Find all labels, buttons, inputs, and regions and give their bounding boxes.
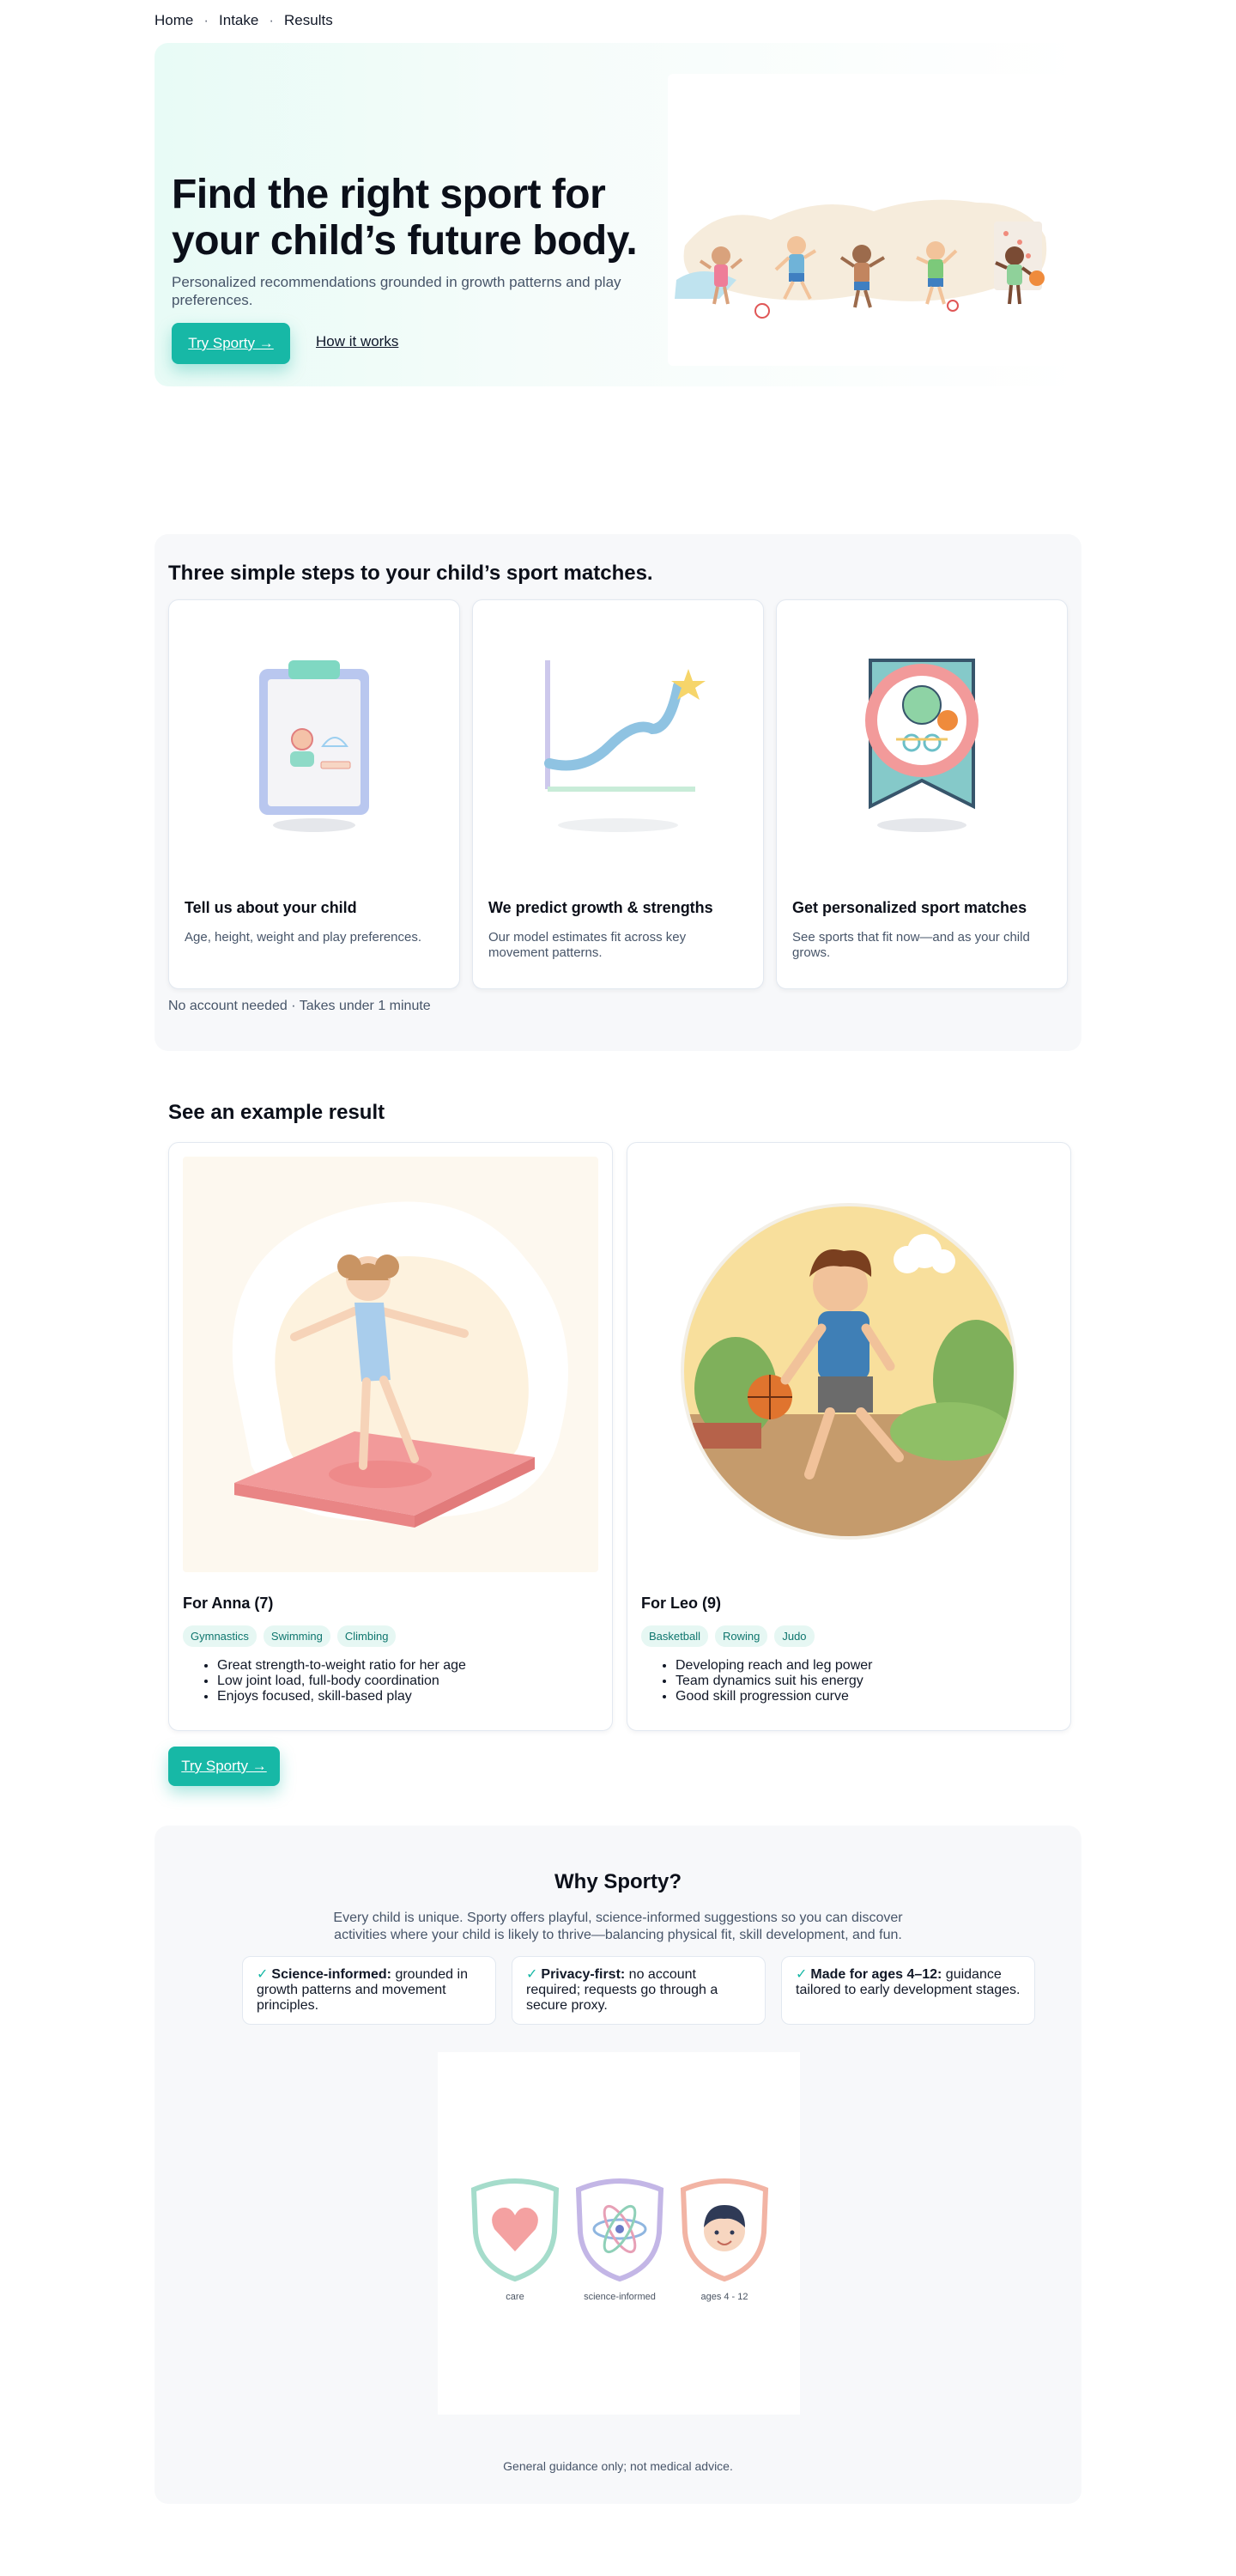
badge-caption: ages 4 - 12 <box>700 2292 748 2302</box>
gymnast-illustration <box>183 1157 598 1572</box>
reason-item: Good skill progression curve <box>676 1689 872 1704</box>
step-desc: Age, height, weight and play preferences… <box>185 930 422 945</box>
step-title: Tell us about your child <box>185 899 357 916</box>
hero-section: Find the right sport for your child’s fu… <box>154 43 1082 386</box>
sport-tag: Judo <box>774 1625 815 1647</box>
steps-section: Three simple steps to your child’s sport… <box>154 534 1082 1051</box>
feature-label: Privacy-first: <box>541 1967 626 1982</box>
reason-item: Low joint load, full-body coordination <box>217 1674 466 1689</box>
sport-tags: Basketball Rowing Judo <box>641 1625 815 1647</box>
try-sporty-button[interactable]: Try Sporty → <box>172 323 290 364</box>
sport-badge-icon <box>777 600 1067 875</box>
reason-item: Team dynamics suit his energy <box>676 1674 872 1689</box>
trust-badges-illustration: care science-informed ages 4 - 12 <box>438 2052 800 2415</box>
check-icon: ✓ <box>526 1967 538 1982</box>
reason-item: Great strength-to-weight ratio for her a… <box>217 1658 466 1674</box>
steps-heading: Three simple steps to your child’s sport… <box>168 562 653 585</box>
clipboard-icon <box>169 600 459 875</box>
why-section: Why Sporty? Every child is unique. Sport… <box>154 1826 1082 2504</box>
care-badge-icon: care <box>470 2178 560 2302</box>
step-card-3: Get personalized sport matches See sport… <box>776 599 1068 989</box>
reason-list: Great strength-to-weight ratio for her a… <box>217 1658 466 1704</box>
hero-title: Find the right sport for your child’s fu… <box>172 172 638 264</box>
try-sporty-button[interactable]: Try Sporty → <box>168 1747 280 1786</box>
example-card-leo: For Leo (9) Basketball Rowing Judo Devel… <box>627 1142 1071 1731</box>
step-desc: Our model estimates fit across key movem… <box>488 930 687 960</box>
step-title: We predict growth & strengths <box>488 899 713 916</box>
reason-item: Enjoys focused, skill-based play <box>217 1689 466 1704</box>
feature-label: Science-informed: <box>271 1967 391 1982</box>
reason-list: Developing reach and leg power Team dyna… <box>676 1658 872 1704</box>
nav-intake-link[interactable]: Intake <box>219 12 258 29</box>
nav-results-link[interactable]: Results <box>284 12 333 29</box>
badge-caption: science-informed <box>584 2292 656 2302</box>
reason-item: Developing reach and leg power <box>676 1658 872 1674</box>
growth-chart-icon <box>473 600 763 875</box>
step-title: Get personalized sport matches <box>792 899 1027 916</box>
feature-card: ✓ Made for ages 4–12: guidance tailored t… <box>781 1956 1035 2025</box>
hero-subtitle: Personalized recommendations grounded in… <box>172 274 621 308</box>
badge-caption: care <box>506 2292 524 2302</box>
nav-separator: · <box>203 12 209 28</box>
feature-card: ✓ Privacy-first: no account required; req… <box>512 1956 766 2025</box>
check-icon: ✓ <box>796 1967 808 1982</box>
hero-illustration <box>668 74 1064 366</box>
atom-badge-icon: science-informed <box>575 2178 664 2302</box>
example-card-title: For Anna (7) <box>183 1595 274 1612</box>
sport-tags: Gymnastics Swimming Climbing <box>183 1625 397 1647</box>
sport-tag: Gymnastics <box>183 1625 257 1647</box>
sport-tag: Swimming <box>263 1625 330 1647</box>
step-card-1: Tell us about your child Age, height, we… <box>168 599 460 989</box>
sport-tag: Rowing <box>714 1625 768 1647</box>
sport-tag: Basketball <box>641 1625 708 1647</box>
steps-note: No account needed · Takes under 1 minute <box>168 999 431 1013</box>
nav-separator: · <box>269 12 275 28</box>
breadcrumb-nav: Home · Intake · Results <box>154 12 333 29</box>
nav-home-link[interactable]: Home <box>154 12 193 29</box>
feature-label: Made for ages 4–12: <box>810 1967 942 1982</box>
child-face-badge-icon: ages 4 - 12 <box>680 2178 769 2302</box>
how-it-works-link[interactable]: How it works <box>316 333 398 350</box>
disclaimer-text: General guidance only; not medical advic… <box>503 2459 733 2473</box>
basketball-illustration <box>641 1157 1057 1572</box>
step-desc: See sports that fit now—and as your chil… <box>792 930 1030 960</box>
feature-card: ✓ Science-informed: grounded in growth pa… <box>242 1956 496 2025</box>
sport-tag: Climbing <box>336 1625 397 1647</box>
why-description: Every child is unique. Sporty offers pla… <box>333 1911 903 1942</box>
example-card-title: For Leo (9) <box>641 1595 721 1612</box>
why-heading: Why Sporty? <box>554 1870 682 1893</box>
step-card-2: We predict growth & strengths Our model … <box>472 599 764 989</box>
example-heading: See an example result <box>168 1101 385 1124</box>
check-icon: ✓ <box>257 1967 269 1982</box>
example-card-anna: For Anna (7) Gymnastics Swimming Climbin… <box>168 1142 613 1731</box>
